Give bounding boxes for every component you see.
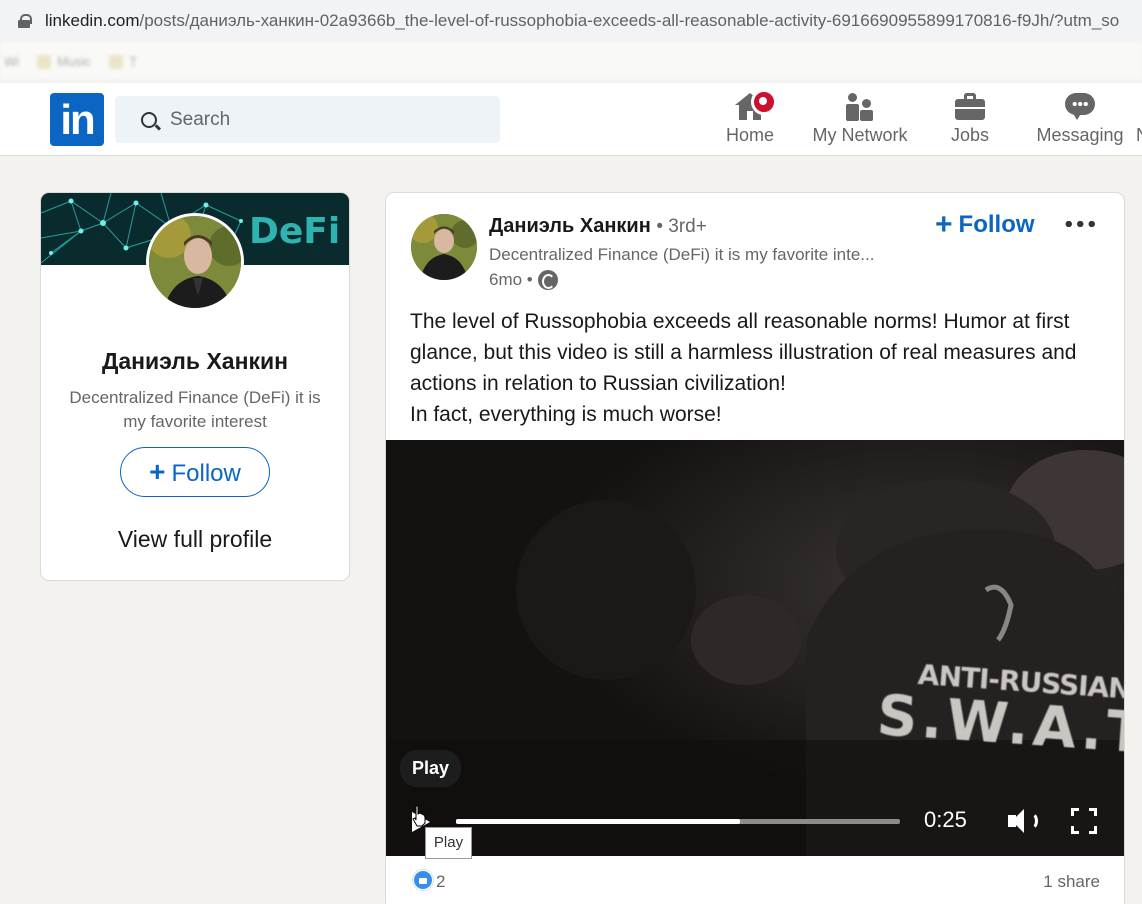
fullscreen-icon[interactable] [1071, 808, 1097, 834]
post-card: Даниэль Ханкин • 3rd+ Decentralized Fina… [385, 192, 1125, 904]
author-headline: Decentralized Finance (DeFi) it is my fa… [489, 245, 875, 264]
bookmark-item[interactable]: Wi [4, 54, 19, 69]
video-time: 0:25 [924, 807, 967, 832]
follow-label: Follow [171, 460, 241, 487]
url-text[interactable]: linkedin.com/posts/даниэль-ханкин-02a936… [45, 11, 1119, 31]
profile-headline: Decentralized Finance (DeFi) it is my fa… [69, 388, 321, 431]
url-domain: linkedin.com [45, 11, 140, 30]
share-count[interactable]: 1 share [1043, 872, 1100, 892]
nav-item-messaging[interactable]: Messaging [1034, 89, 1126, 155]
profile-avatar[interactable] [146, 213, 244, 311]
post-time-text: 6mo • [489, 270, 533, 289]
video-progress-bar[interactable] [456, 819, 900, 824]
connection-degree: • 3rd+ [656, 216, 707, 237]
profile-name[interactable]: Даниэль Ханкин [41, 348, 349, 375]
author-avatar[interactable] [411, 214, 477, 280]
plus-icon: + [935, 208, 953, 241]
video-frame [386, 440, 1124, 856]
follow-label: Follow [958, 211, 1035, 238]
browser-address-bar[interactable]: linkedin.com/posts/даниэль-ханкин-02a936… [0, 0, 1142, 42]
lock-icon [18, 14, 32, 28]
search-box[interactable] [115, 96, 500, 143]
profile-card: DeFi Даниэль Ханкин Decentralized Financ… [40, 192, 350, 581]
avatar-photo [411, 214, 477, 280]
banner-defi-text: DeFi [249, 211, 341, 252]
nav-item-my-network[interactable]: My Network [808, 89, 912, 155]
nav-item-home[interactable]: Home [718, 89, 782, 155]
author-name-text: Даниэль Ханкин [489, 215, 651, 237]
play-hover-tooltip: Play [425, 827, 472, 859]
nav-item-label: Jobs [950, 125, 990, 145]
post-text: The level of Russophobia exceeds all rea… [410, 306, 1110, 430]
video-controls: 0:25 [386, 798, 1124, 856]
bookmark-item[interactable]: T [109, 54, 137, 70]
avatar-photo [149, 216, 241, 308]
search-icon [141, 111, 157, 128]
notification-badge [751, 89, 777, 115]
url-path: /posts/даниэль-ханкин-02a9366b_the-level… [139, 11, 1120, 30]
author-name[interactable]: Даниэль Ханкин • 3rd+ [489, 215, 707, 238]
briefcase-icon [955, 93, 985, 121]
network-icon [845, 93, 875, 121]
social-counts: 2 1 share [386, 856, 1124, 904]
nav-item-label: Messaging [1036, 125, 1124, 145]
post-text-line: In fact, everything is much worse! [410, 403, 722, 426]
like-count[interactable]: 2 [436, 872, 445, 892]
search-input[interactable] [170, 108, 470, 131]
home-icon [735, 89, 777, 121]
globe-icon [537, 270, 558, 290]
profile-follow-button[interactable]: + Follow [120, 447, 270, 497]
nav-item-label: My Network [812, 125, 908, 145]
plus-icon: + [149, 456, 166, 487]
messaging-icon [1065, 93, 1095, 121]
video-progress-fill [456, 819, 741, 824]
view-full-profile-link[interactable]: View full profile [41, 526, 349, 553]
more-options-icon[interactable] [1063, 221, 1097, 227]
post-text-line: The level of Russophobia exceeds all rea… [410, 310, 1077, 395]
nav-item-cut[interactable]: N [1136, 125, 1142, 146]
volume-icon[interactable] [1008, 808, 1038, 834]
play-tooltip: Play [400, 750, 462, 787]
video-player[interactable]: ANTI-RUSSIAN S.W.A.T. Play 0:25 [386, 440, 1124, 856]
bookmarks-bar: Wi Music T [0, 42, 1142, 82]
video-overlay-text: ANTI-RUSSIAN S.W.A.T. [875, 655, 1124, 768]
top-navigation: in Home My Network Jobs Messaging N [0, 83, 1142, 156]
like-reaction-icon[interactable] [413, 870, 433, 890]
hand-cursor-icon [412, 805, 426, 827]
linkedin-logo[interactable]: in [50, 93, 104, 146]
post-follow-button[interactable]: + Follow [935, 208, 1035, 242]
nav-item-label: Home [725, 125, 774, 145]
nav-item-jobs[interactable]: Jobs [940, 89, 1000, 155]
post-timestamp: 6mo • [489, 270, 558, 290]
bookmark-item[interactable]: Music [37, 54, 91, 70]
